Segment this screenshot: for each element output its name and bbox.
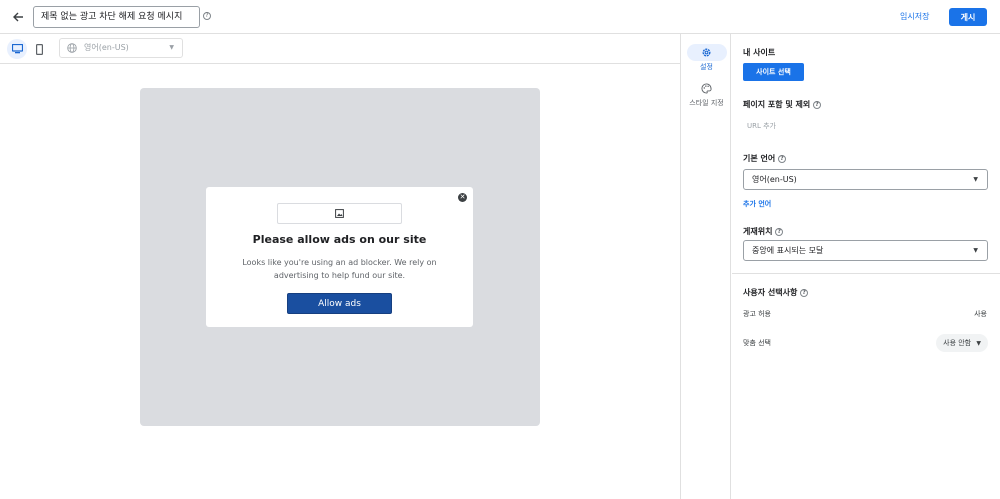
section-divider [732,273,1000,274]
image-placeholder[interactable] [277,203,402,224]
desktop-view-button[interactable] [7,39,27,59]
gear-icon [702,48,711,57]
preview-canvas: ✕ Please allow ads on our site Looks lik… [0,65,680,499]
custom-choice-value: 사용 안함 [943,339,972,347]
placement-value: 중앙에 표시되는 모달 [752,246,824,255]
help-icon[interactable]: ? [813,100,822,109]
dropdown-arrow-icon: ▼ [169,44,174,51]
top-bar: 제목 없는 광고 차단 해제 요청 메시지 ? 임시저장 게시 [0,0,1000,34]
default-language-label: 기본 언어 [743,154,776,163]
title-help-icon[interactable]: ? [203,12,211,20]
side-rail: 설정 스타일 지정 [680,34,731,499]
custom-choice-dropdown[interactable]: 사용 안함 ▼ [936,334,988,352]
ad-blocker-modal: ✕ Please allow ads on our site Looks lik… [206,187,473,327]
custom-choice-label: 맞춤 선택 [743,339,771,347]
rail-item-styling[interactable]: 스타일 지정 [681,80,732,108]
preview-stage: ✕ Please allow ads on our site Looks lik… [140,88,540,426]
default-language-value: 영어(en-US) [752,175,797,184]
include-exclude-heading: 페이지 포함 및 제외 ? [743,99,822,110]
add-language-link[interactable]: 추가 언어 [743,199,771,209]
allow-ads-label: 광고 허용 [743,310,771,318]
rail-label-settings: 설정 [700,63,713,71]
help-icon[interactable]: ? [778,154,787,163]
mobile-view-button[interactable] [29,39,49,59]
rail-label-styling: 스타일 지정 [689,99,724,107]
placement-heading: 게재위치 ? [743,226,784,237]
user-choices-heading: 사용자 선택사항 ? [743,287,809,298]
preview-language-value: 영어(en-US) [84,43,129,52]
default-language-select[interactable]: 영어(en-US) ▼ [743,169,988,190]
allow-ads-button[interactable]: Allow ads [287,293,392,314]
default-language-heading: 기본 언어 ? [743,153,787,164]
my-site-heading: 내 사이트 [743,48,776,57]
rail-pill [687,80,727,97]
dropdown-arrow-icon: ▼ [973,176,978,183]
select-site-button[interactable]: 사이트 선택 [743,63,804,81]
help-icon[interactable]: ? [775,227,784,236]
placement-select[interactable]: 중앙에 표시되는 모달 ▼ [743,240,988,261]
globe-icon [67,43,77,53]
close-icon[interactable]: ✕ [458,193,467,202]
desktop-icon [11,44,23,54]
dropdown-arrow-icon: ▼ [973,247,978,254]
rail-item-settings[interactable]: 설정 [681,44,732,72]
message-title-input[interactable]: 제목 없는 광고 차단 해제 요청 메시지 [33,6,200,28]
palette-icon [701,83,712,94]
url-add-input[interactable]: URL 추가 [747,121,776,131]
modal-body-text: Looks like you're using an ad blocker. W… [242,258,437,280]
allow-ads-value: 사용 [974,310,987,318]
settings-panel: 내 사이트 사이트 선택 페이지 포함 및 제외 ? URL 추가 기본 언어 … [732,34,1000,499]
mobile-icon [35,43,43,55]
help-icon[interactable]: ? [800,288,809,297]
placement-label: 게재위치 [743,227,773,236]
preview-toolbar: 영어(en-US) ▼ [0,34,680,64]
publish-button[interactable]: 게시 [949,8,987,26]
save-draft-button[interactable]: 임시저장 [900,11,929,22]
rail-pill [686,44,727,61]
preview-language-select[interactable]: 영어(en-US) ▼ [59,38,183,58]
back-arrow-icon[interactable] [9,8,27,26]
image-icon [335,209,344,218]
user-choices-label: 사용자 선택사항 [743,288,798,297]
modal-title: Please allow ads on our site [252,233,427,246]
dropdown-arrow-icon: ▼ [976,340,981,347]
include-exclude-label: 페이지 포함 및 제외 [743,100,811,109]
